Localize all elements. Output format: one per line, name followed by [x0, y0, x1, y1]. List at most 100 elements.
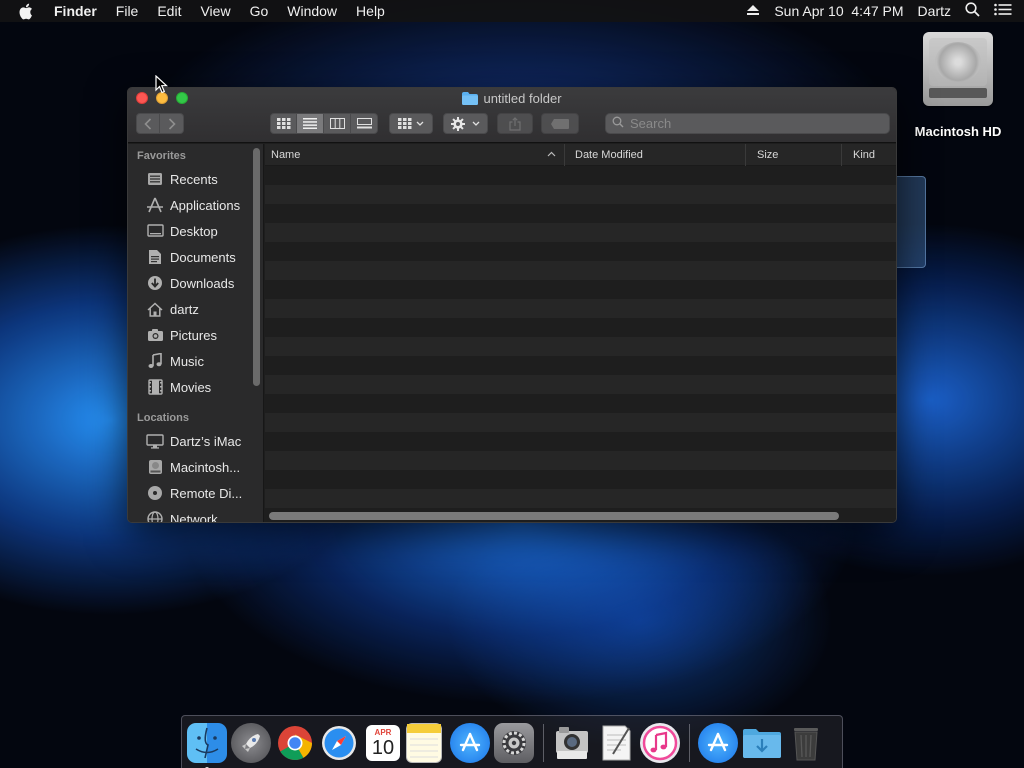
- list-row: [265, 261, 896, 280]
- safari-compass-icon: [322, 726, 356, 760]
- list-row: [265, 394, 896, 413]
- action-gear-button[interactable]: [443, 113, 488, 134]
- list-row: [265, 280, 896, 299]
- arrange-dropdown-button[interactable]: [389, 113, 433, 134]
- dock-image-capture[interactable]: [552, 723, 592, 763]
- dock-itunes[interactable]: [640, 723, 680, 763]
- menu-edit[interactable]: Edit: [157, 3, 181, 19]
- notification-center-icon[interactable]: [994, 3, 1012, 19]
- calendar-month: APR: [374, 727, 392, 737]
- dock-chrome[interactable]: [275, 723, 315, 763]
- list-row: [265, 299, 896, 318]
- sidebar-item-music[interactable]: Music: [128, 348, 263, 374]
- spotlight-search-icon[interactable]: [965, 2, 980, 20]
- sidebar-scrollbar[interactable]: [253, 148, 260, 386]
- column-size-label: Size: [757, 149, 779, 161]
- sidebar-item-applications[interactable]: Applications: [128, 192, 263, 218]
- dock-separator: [543, 724, 544, 762]
- empty-list-rows[interactable]: [265, 166, 896, 508]
- recents-icon: [146, 171, 164, 187]
- back-button[interactable]: [136, 113, 160, 134]
- eject-icon[interactable]: [746, 3, 760, 19]
- list-row: [265, 337, 896, 356]
- sidebar-item-network[interactable]: Network: [128, 506, 263, 522]
- sidebar-item-imac[interactable]: Dartz’s iMac: [128, 428, 263, 454]
- share-button[interactable]: [497, 113, 533, 134]
- dock-downloads-stack[interactable]: [742, 723, 782, 763]
- menu-finder[interactable]: Finder: [54, 3, 97, 19]
- column-header-name[interactable]: Name: [265, 144, 565, 166]
- window-toolbar: untitled folder: [128, 88, 896, 143]
- sidebar-item-label: Desktop: [170, 223, 218, 239]
- horizontal-scrollbar[interactable]: [269, 512, 839, 520]
- menubar-clock[interactable]: Sun Apr 10 4:47 PM: [774, 3, 903, 19]
- imac-icon: [146, 433, 164, 449]
- menu-window[interactable]: Window: [287, 3, 337, 19]
- dock-separator: [689, 724, 690, 762]
- calendar-day: 10: [371, 736, 395, 759]
- list-row: [265, 489, 896, 508]
- gallery-view-button[interactable]: [351, 113, 378, 134]
- sidebar-item-remote-disc[interactable]: Remote Di...: [128, 480, 263, 506]
- dock-applications-stack[interactable]: [698, 723, 738, 763]
- sidebar-item-recents[interactable]: Recents: [128, 166, 263, 192]
- sidebar-item-desktop[interactable]: Desktop: [128, 218, 263, 244]
- window-title-text: untitled folder: [483, 91, 562, 106]
- column-header-kind[interactable]: Kind: [842, 144, 896, 166]
- forward-button[interactable]: [160, 113, 184, 134]
- desktop-macintosh-hd[interactable]: Macintosh HD: [906, 32, 1010, 139]
- list-row: [265, 356, 896, 375]
- menu-help[interactable]: Help: [356, 3, 385, 19]
- list-row: [265, 223, 896, 242]
- list-view-button[interactable]: [297, 113, 324, 134]
- menu-file[interactable]: File: [116, 3, 139, 19]
- sidebar: Favorites Recents Applications Desktop D…: [128, 144, 264, 522]
- folder-icon: [462, 92, 479, 105]
- dock-launchpad[interactable]: [231, 723, 271, 763]
- mouse-cursor-icon: [155, 74, 169, 99]
- column-header-size[interactable]: Size: [746, 144, 842, 166]
- dock-notes[interactable]: [407, 724, 441, 762]
- sidebar-item-downloads[interactable]: Downloads: [128, 270, 263, 296]
- chrome-icon: [278, 726, 312, 760]
- list-row: [265, 204, 896, 223]
- window-title: untitled folder: [128, 91, 896, 106]
- column-name-label: Name: [271, 149, 301, 161]
- dock-textedit[interactable]: [596, 723, 636, 763]
- tags-button[interactable]: [541, 113, 579, 134]
- list-row: [265, 375, 896, 394]
- disc-icon: [146, 485, 164, 501]
- dock-trash[interactable]: [786, 723, 826, 763]
- sidebar-item-pictures[interactable]: Pictures: [128, 322, 263, 348]
- icon-view-button[interactable]: [270, 113, 297, 134]
- sidebar-item-movies[interactable]: Movies: [128, 374, 263, 400]
- sidebar-item-macintosh-hd[interactable]: Macintosh...: [128, 454, 263, 480]
- hard-drive-icon: [923, 32, 993, 106]
- menu-go[interactable]: Go: [250, 3, 269, 19]
- search-input[interactable]: [630, 116, 830, 131]
- search-field[interactable]: [605, 113, 890, 134]
- image-capture-icon: [556, 727, 588, 759]
- sidebar-item-label: Music: [170, 353, 204, 369]
- dock-system-preferences[interactable]: [494, 723, 534, 763]
- file-list: Name Date Modified Size Kind: [265, 144, 896, 522]
- sidebar-item-documents[interactable]: Documents: [128, 244, 263, 270]
- app-store-icon: [459, 732, 481, 752]
- apple-menu-icon[interactable]: [18, 3, 40, 20]
- search-icon: [612, 115, 624, 133]
- sidebar-item-label: Remote Di...: [170, 485, 243, 501]
- desktop-icon: [146, 223, 164, 239]
- menu-view[interactable]: View: [200, 3, 230, 19]
- desktop-drive-label: Macintosh HD: [914, 124, 1002, 139]
- dock-finder[interactable]: [187, 723, 227, 768]
- menubar-user[interactable]: Dartz: [918, 3, 951, 19]
- dock-safari[interactable]: [319, 723, 359, 763]
- sidebar-item-home[interactable]: dartz: [128, 296, 263, 322]
- dock-app-store[interactable]: [450, 723, 490, 763]
- downloads-folder-icon: [743, 729, 781, 758]
- column-header-date-modified[interactable]: Date Modified: [565, 144, 746, 166]
- column-view-button[interactable]: [324, 113, 351, 134]
- list-row: [265, 318, 896, 337]
- drive-icon: [146, 459, 164, 475]
- dock-calendar[interactable]: APR 10: [366, 725, 400, 761]
